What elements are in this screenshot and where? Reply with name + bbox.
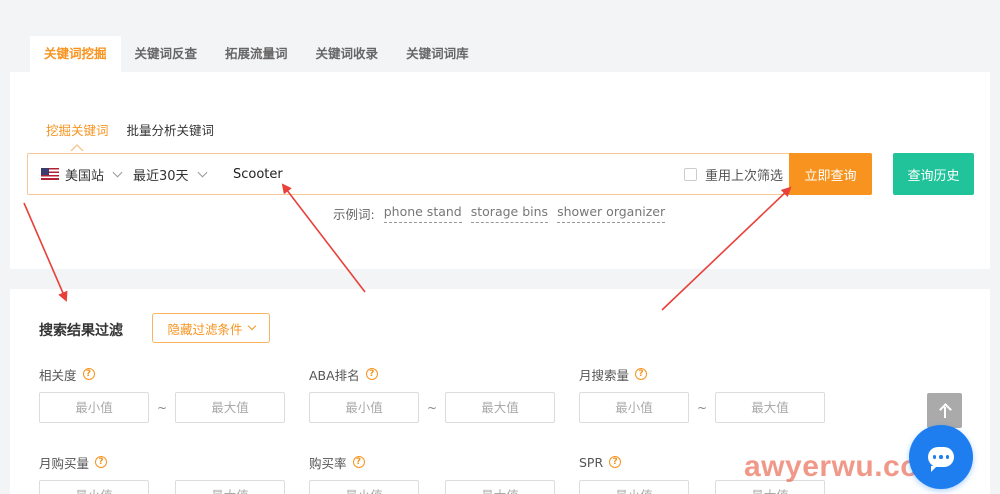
subtab-label: 挖掘关键词	[46, 123, 109, 138]
chevron-down-icon	[247, 321, 256, 331]
top-tab-bar: 关键词挖掘 关键词反查 拓展流量词 关键词收录 关键词词库	[30, 36, 483, 72]
range-separator: ~	[689, 489, 715, 494]
max-value-input[interactable]	[175, 392, 285, 423]
help-icon[interactable]: ?	[352, 456, 365, 468]
range-input-pair: ~	[579, 392, 825, 423]
checkbox-box[interactable]	[683, 167, 697, 181]
max-value-input[interactable]	[175, 480, 285, 494]
chevron-down-icon	[112, 167, 123, 177]
site-select[interactable]: 美国站	[28, 165, 133, 184]
reuse-filter-checkbox[interactable]: 重用上次筛选	[683, 165, 783, 184]
range-input-pair: ~	[309, 392, 555, 423]
example-keyword-link[interactable]: storage bins	[470, 204, 549, 223]
query-button[interactable]: 立即查询	[789, 153, 872, 195]
site-value: 美国站	[65, 168, 105, 184]
range-input-pair: ~	[39, 392, 285, 423]
hide-filters-label: 隐藏过滤条件	[167, 321, 243, 337]
filter-purchase-rate: 购买率 ? ~	[309, 454, 555, 494]
chevron-down-icon	[197, 167, 207, 177]
filter-monthly-purchase: 月购买量 ? ~	[39, 454, 285, 494]
max-value-input[interactable]	[715, 392, 825, 423]
filter-title: 搜索结果过滤	[39, 323, 123, 339]
help-icon[interactable]: ?	[635, 368, 648, 380]
help-icon[interactable]: ?	[609, 456, 622, 468]
subtab-mine-keywords[interactable]: 挖掘关键词	[46, 120, 109, 152]
range-separator: ~	[156, 400, 168, 415]
tab-keyword-index[interactable]: 关键词收录	[302, 36, 393, 72]
chat-support-button[interactable]	[909, 425, 973, 489]
us-flag-icon	[41, 168, 59, 180]
range-separator: ~	[419, 489, 445, 494]
filter-aba-rank: ABA排名 ? ~	[309, 366, 555, 423]
filter-monthly-search: 月搜索量 ? ~	[579, 366, 825, 423]
scroll-to-top-button[interactable]	[927, 393, 962, 428]
query-history-button[interactable]: 查询历史	[893, 153, 974, 195]
min-value-input[interactable]	[579, 480, 689, 494]
range-input-pair: ~	[309, 480, 555, 494]
min-value-input[interactable]	[39, 392, 149, 423]
filter-label: ABA排名	[309, 367, 360, 383]
filter-label: 相关度	[39, 367, 77, 383]
example-keyword-link[interactable]: shower organizer	[557, 204, 666, 223]
max-value-input[interactable]	[445, 392, 555, 423]
tab-keyword-library[interactable]: 关键词词库	[392, 36, 483, 72]
tab-keyword-mining[interactable]: 关键词挖掘	[30, 36, 121, 72]
min-value-input[interactable]	[39, 480, 149, 494]
filter-label: 月搜索量	[579, 367, 630, 383]
max-value-input[interactable]	[445, 480, 555, 494]
tab-keyword-reverse[interactable]: 关键词反查	[121, 36, 212, 72]
min-value-input[interactable]	[579, 392, 689, 423]
period-select[interactable]: 最近30天	[133, 165, 231, 184]
search-panel: 挖掘关键词 批量分析关键词 美国站 最近30天 重用上次筛选 立即查询 查询历史…	[10, 72, 990, 269]
search-mode-tabs: 挖掘关键词 批量分析关键词	[46, 120, 215, 152]
help-icon[interactable]: ?	[82, 368, 95, 380]
range-separator: ~	[149, 489, 175, 494]
help-icon[interactable]: ?	[95, 456, 108, 468]
min-value-input[interactable]	[309, 392, 419, 423]
reuse-filter-label: 重用上次筛选	[704, 168, 783, 184]
example-keywords: 示例词: phone stand storage bins shower org…	[333, 204, 666, 223]
filter-label: 购买率	[309, 455, 347, 471]
active-caret-icon	[70, 144, 85, 152]
filter-relevance: 相关度 ? ~	[39, 366, 285, 423]
search-bar: 美国站 最近30天 重用上次筛选 立即查询	[27, 153, 872, 195]
range-separator: ~	[426, 400, 438, 415]
filter-label: SPR	[579, 454, 604, 470]
min-value-input[interactable]	[309, 480, 419, 494]
example-keyword-link[interactable]: phone stand	[383, 204, 462, 223]
range-input-pair: ~	[39, 480, 285, 494]
arrow-up-icon	[939, 404, 951, 418]
keyword-input[interactable]	[231, 155, 684, 193]
chat-bubble-icon	[928, 447, 954, 472]
help-icon[interactable]: ?	[365, 368, 378, 380]
examples-label: 示例词:	[333, 207, 375, 222]
range-separator: ~	[696, 400, 708, 415]
subtab-batch-analysis[interactable]: 批量分析关键词	[127, 120, 215, 139]
filter-label: 月购买量	[39, 455, 90, 471]
period-value: 最近30天	[133, 168, 189, 184]
tab-expand-traffic[interactable]: 拓展流量词	[211, 36, 302, 72]
hide-filters-button[interactable]: 隐藏过滤条件	[152, 313, 270, 343]
